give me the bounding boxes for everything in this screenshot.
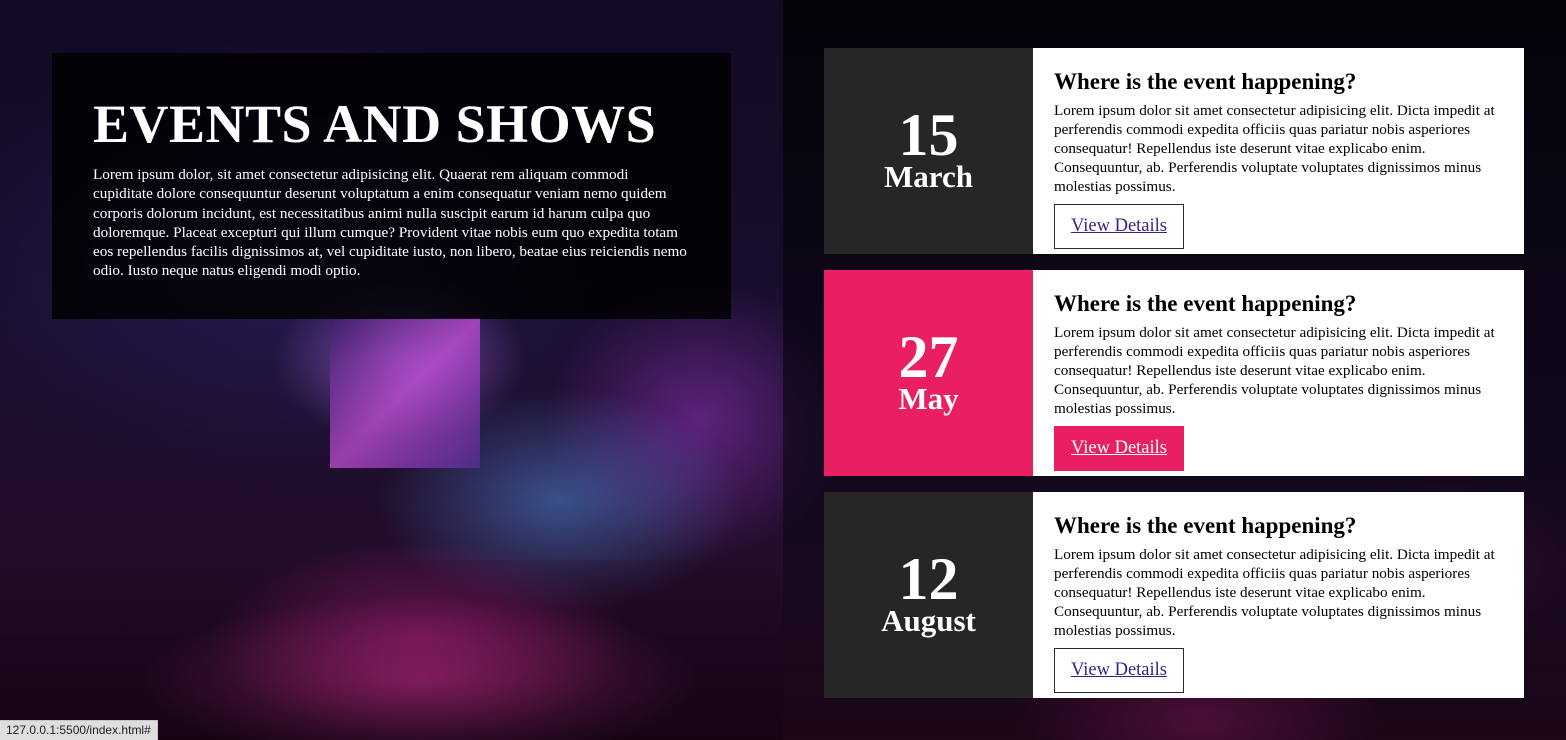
event-month: May xyxy=(898,381,959,416)
event-day: 15 xyxy=(898,102,959,168)
event-card: 12 August Where is the event happening? … xyxy=(824,492,1524,698)
hero-description: Lorem ipsum dolor, sit amet consectetur … xyxy=(93,166,687,280)
event-heading: Where is the event happening? xyxy=(1054,513,1357,538)
event-info: Where is the event happening? Lorem ipsu… xyxy=(1033,492,1524,698)
view-details-button[interactable]: View Details xyxy=(1054,204,1184,249)
view-details-button[interactable]: View Details xyxy=(1054,426,1184,471)
event-description: Lorem ipsum dolor sit amet consectetur a… xyxy=(1054,546,1495,639)
hero-panel: EVENTS AND SHOWS Lorem ipsum dolor, sit … xyxy=(52,53,731,319)
crowd-image xyxy=(0,560,783,740)
view-details-button[interactable]: View Details xyxy=(1054,648,1184,693)
event-info: Where is the event happening? Lorem ipsu… xyxy=(1033,48,1524,254)
browser-status-url: 127.0.0.1:5500/index.html# xyxy=(0,720,158,740)
event-description: Lorem ipsum dolor sit amet consectetur a… xyxy=(1054,102,1495,195)
event-card: 27 May Where is the event happening? Lor… xyxy=(824,270,1524,476)
event-date-block: 27 May xyxy=(824,270,1033,476)
stage-screen-image xyxy=(330,318,480,468)
page-title: EVENTS AND SHOWS xyxy=(93,94,657,154)
event-heading: Where is the event happening? xyxy=(1054,291,1357,316)
event-month: August xyxy=(881,603,976,638)
event-heading: Where is the event happening? xyxy=(1054,69,1357,94)
event-card: 15 March Where is the event happening? L… xyxy=(824,48,1524,254)
event-month: March xyxy=(884,159,973,194)
event-day: 27 xyxy=(898,324,959,390)
event-date-block: 12 August xyxy=(824,492,1033,698)
event-description: Lorem ipsum dolor sit amet consectetur a… xyxy=(1054,324,1495,417)
event-day: 12 xyxy=(898,546,959,612)
event-date-block: 15 March xyxy=(824,48,1033,254)
event-info: Where is the event happening? Lorem ipsu… xyxy=(1033,270,1524,476)
